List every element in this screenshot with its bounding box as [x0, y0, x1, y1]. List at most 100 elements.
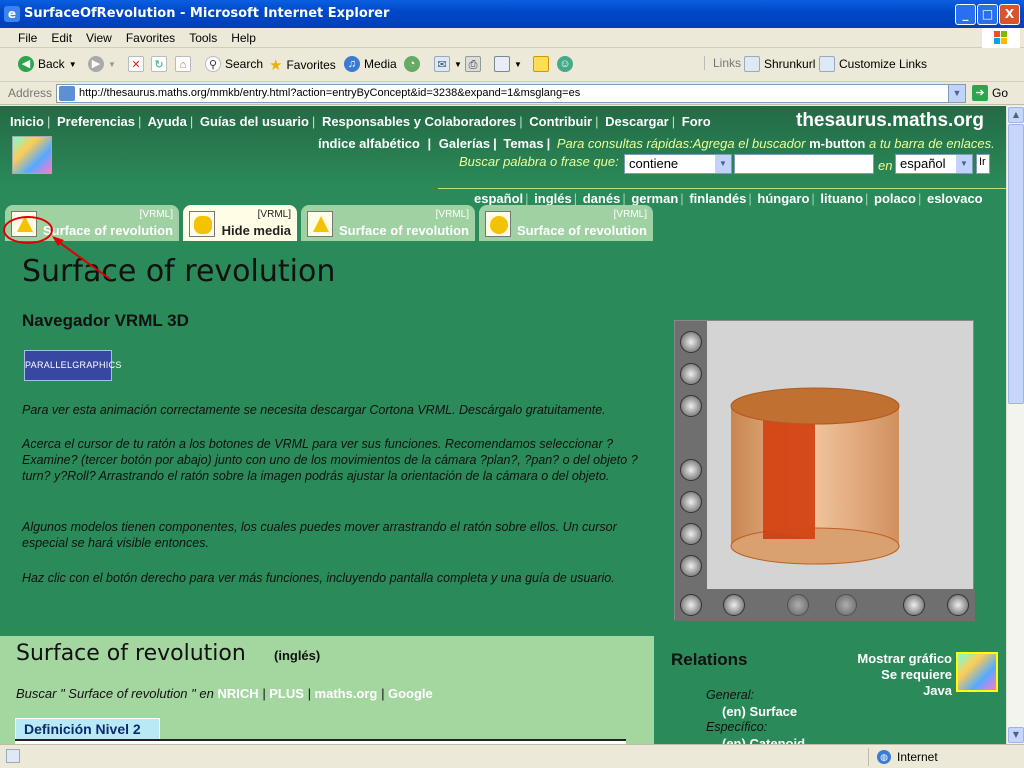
vrml-plan-icon[interactable]: [680, 491, 702, 513]
show-graph-link[interactable]: Mostrar gráfico Se requiere Java: [850, 651, 952, 699]
favorites-button[interactable]: ★ Favorites: [269, 56, 336, 74]
search-button[interactable]: ⚲ Search: [205, 56, 263, 72]
link-customize-links[interactable]: Customize Links: [819, 56, 927, 72]
print-button[interactable]: ⎙: [465, 56, 481, 72]
vrml-next-viewpoint-icon[interactable]: [835, 594, 857, 616]
stop-button[interactable]: ✕: [128, 56, 144, 72]
nav-foro[interactable]: Foro: [682, 114, 711, 129]
vrml-bulb-icon[interactable]: [680, 363, 702, 385]
link-shrunkurl[interactable]: Shrunkurl: [744, 56, 815, 72]
vrml-goto-icon[interactable]: [723, 594, 745, 616]
messenger-button[interactable]: ☺: [557, 56, 573, 72]
lang-danes[interactable]: danés: [583, 191, 621, 206]
nav-ayuda[interactable]: Ayuda: [148, 114, 187, 129]
nav-indice[interactable]: índice alfabético: [318, 136, 420, 151]
go-button[interactable]: ➔ Go: [972, 85, 1008, 101]
link-nrich[interactable]: NRICH: [217, 686, 258, 701]
search-language-select[interactable]: español ▼: [895, 154, 973, 174]
vrml-side-toolbar: [675, 321, 707, 589]
lang-german[interactable]: german: [631, 191, 678, 206]
menu-help[interactable]: Help: [224, 29, 263, 47]
menu-tools[interactable]: Tools: [182, 29, 224, 47]
tab-hide-media[interactable]: [VRML] Hide media: [183, 205, 297, 241]
lang-hungaro[interactable]: húngaro: [757, 191, 809, 206]
page-icon: [59, 86, 75, 101]
vertical-scrollbar[interactable]: ▲ ▼: [1006, 106, 1024, 744]
lang-espanol[interactable]: español: [474, 191, 523, 206]
address-url[interactable]: http://thesaurus.maths.org/mmkb/entry.ht…: [79, 87, 580, 99]
discuss-button[interactable]: [533, 56, 549, 72]
lang-eslovaco[interactable]: eslovaco: [927, 191, 983, 206]
lang-ingles[interactable]: inglés: [534, 191, 572, 206]
relation-surface-link[interactable]: (en) Surface: [722, 704, 797, 719]
edit-button[interactable]: ▼: [494, 56, 522, 72]
search-input[interactable]: [734, 154, 874, 174]
menu-file[interactable]: File: [11, 29, 44, 47]
maximize-button[interactable]: □: [977, 4, 998, 25]
scroll-up-icon[interactable]: ▲: [1008, 107, 1024, 123]
nav-contribuir[interactable]: Contribuir: [529, 114, 592, 129]
lang-polaco[interactable]: polaco: [874, 191, 916, 206]
site-logo[interactable]: [12, 136, 52, 174]
paragraph-instructions: Acerca el cursor de tu ratón a los boton…: [22, 437, 638, 483]
scroll-down-icon[interactable]: ▼: [1008, 727, 1024, 743]
vrml-light-icon[interactable]: [680, 331, 702, 353]
menu-view[interactable]: View: [79, 29, 119, 47]
vrml-prev-viewpoint-icon[interactable]: [787, 594, 809, 616]
close-button[interactable]: X: [999, 4, 1020, 25]
back-button[interactable]: ◀ Back ▼: [18, 56, 77, 72]
definition-level-tab[interactable]: Definición Nivel 2: [15, 718, 160, 740]
vrml-fit-icon[interactable]: [947, 594, 969, 616]
tab-surface-of-revolution-2[interactable]: [VRML] Surface of revolution: [301, 205, 475, 241]
vrml-viewer[interactable]: [674, 320, 975, 621]
vrml-walk-icon[interactable]: [680, 459, 702, 481]
menu-bar: File Edit View Favorites Tools Help: [0, 28, 1024, 48]
tab-surface-of-revolution-3[interactable]: [VRML] Surface of revolution: [479, 205, 653, 241]
forward-button[interactable]: ▶ ▼: [88, 56, 116, 72]
address-input[interactable]: http://thesaurus.maths.org/mmkb/entry.ht…: [56, 84, 966, 103]
security-zone: ◍ Internet: [868, 748, 998, 766]
scroll-thumb[interactable]: [1008, 124, 1024, 404]
site-name[interactable]: thesaurus.maths.org: [796, 110, 984, 132]
minimize-button[interactable]: _: [955, 4, 976, 25]
search-mode-select[interactable]: contiene ▼: [624, 154, 732, 174]
lang-lituano[interactable]: lituano: [820, 191, 863, 206]
link-google[interactable]: Google: [388, 686, 433, 701]
page-status-icon: [6, 749, 20, 763]
relation-catenoid-link[interactable]: (en) Catenoid: [722, 736, 805, 744]
mail-button[interactable]: ✉ ▼: [434, 56, 462, 72]
m-button-link[interactable]: m-button: [809, 136, 865, 151]
address-label: Address: [8, 86, 53, 100]
link-plus[interactable]: PLUS: [269, 686, 304, 701]
nav-descargar[interactable]: Descargar: [605, 114, 669, 129]
nav-responsables[interactable]: Responsables y Colaboradores: [322, 114, 516, 129]
address-dropdown-icon[interactable]: ▼: [948, 85, 965, 102]
refresh-button[interactable]: ↻: [151, 56, 167, 72]
nav-temas[interactable]: Temas: [503, 136, 543, 151]
cylinder-model[interactable]: [715, 381, 915, 581]
history-button[interactable]: ◔: [404, 56, 420, 72]
dropdown-icon: ▼: [514, 59, 522, 69]
nav-preferencias[interactable]: Preferencias: [57, 114, 135, 129]
vrml-roll-icon[interactable]: [680, 594, 702, 616]
menu-edit[interactable]: Edit: [44, 29, 79, 47]
graph-icon[interactable]: [956, 652, 998, 692]
menu-favorites[interactable]: Favorites: [119, 29, 182, 47]
vrml-headlight-icon[interactable]: [680, 395, 702, 417]
media-button[interactable]: ♫ Media: [344, 56, 397, 72]
vrml-pan-icon[interactable]: [680, 523, 702, 545]
home-button[interactable]: ⌂: [175, 56, 191, 72]
nav-galerias[interactable]: Galerías: [439, 136, 490, 151]
link-maths-org[interactable]: maths.org: [315, 686, 378, 701]
vrml-turn-icon[interactable]: [680, 555, 702, 577]
title-bar: e SurfaceOfRevolution - Microsoft Intern…: [0, 0, 1024, 28]
stop-icon: ✕: [128, 56, 144, 72]
nav-guias[interactable]: Guías del usuario: [200, 114, 309, 129]
browser-window: e SurfaceOfRevolution - Microsoft Intern…: [0, 0, 1024, 768]
parallelgraphics-logo[interactable]: PARALLELGRAPHICS: [24, 350, 121, 381]
nav-inicio[interactable]: Inicio: [10, 114, 44, 129]
section-subtitle: Navegador VRML 3D: [22, 311, 189, 330]
vrml-restore-icon[interactable]: [903, 594, 925, 616]
lang-finlandes[interactable]: finlandés: [689, 191, 746, 206]
search-go-button[interactable]: Ir: [976, 154, 990, 174]
